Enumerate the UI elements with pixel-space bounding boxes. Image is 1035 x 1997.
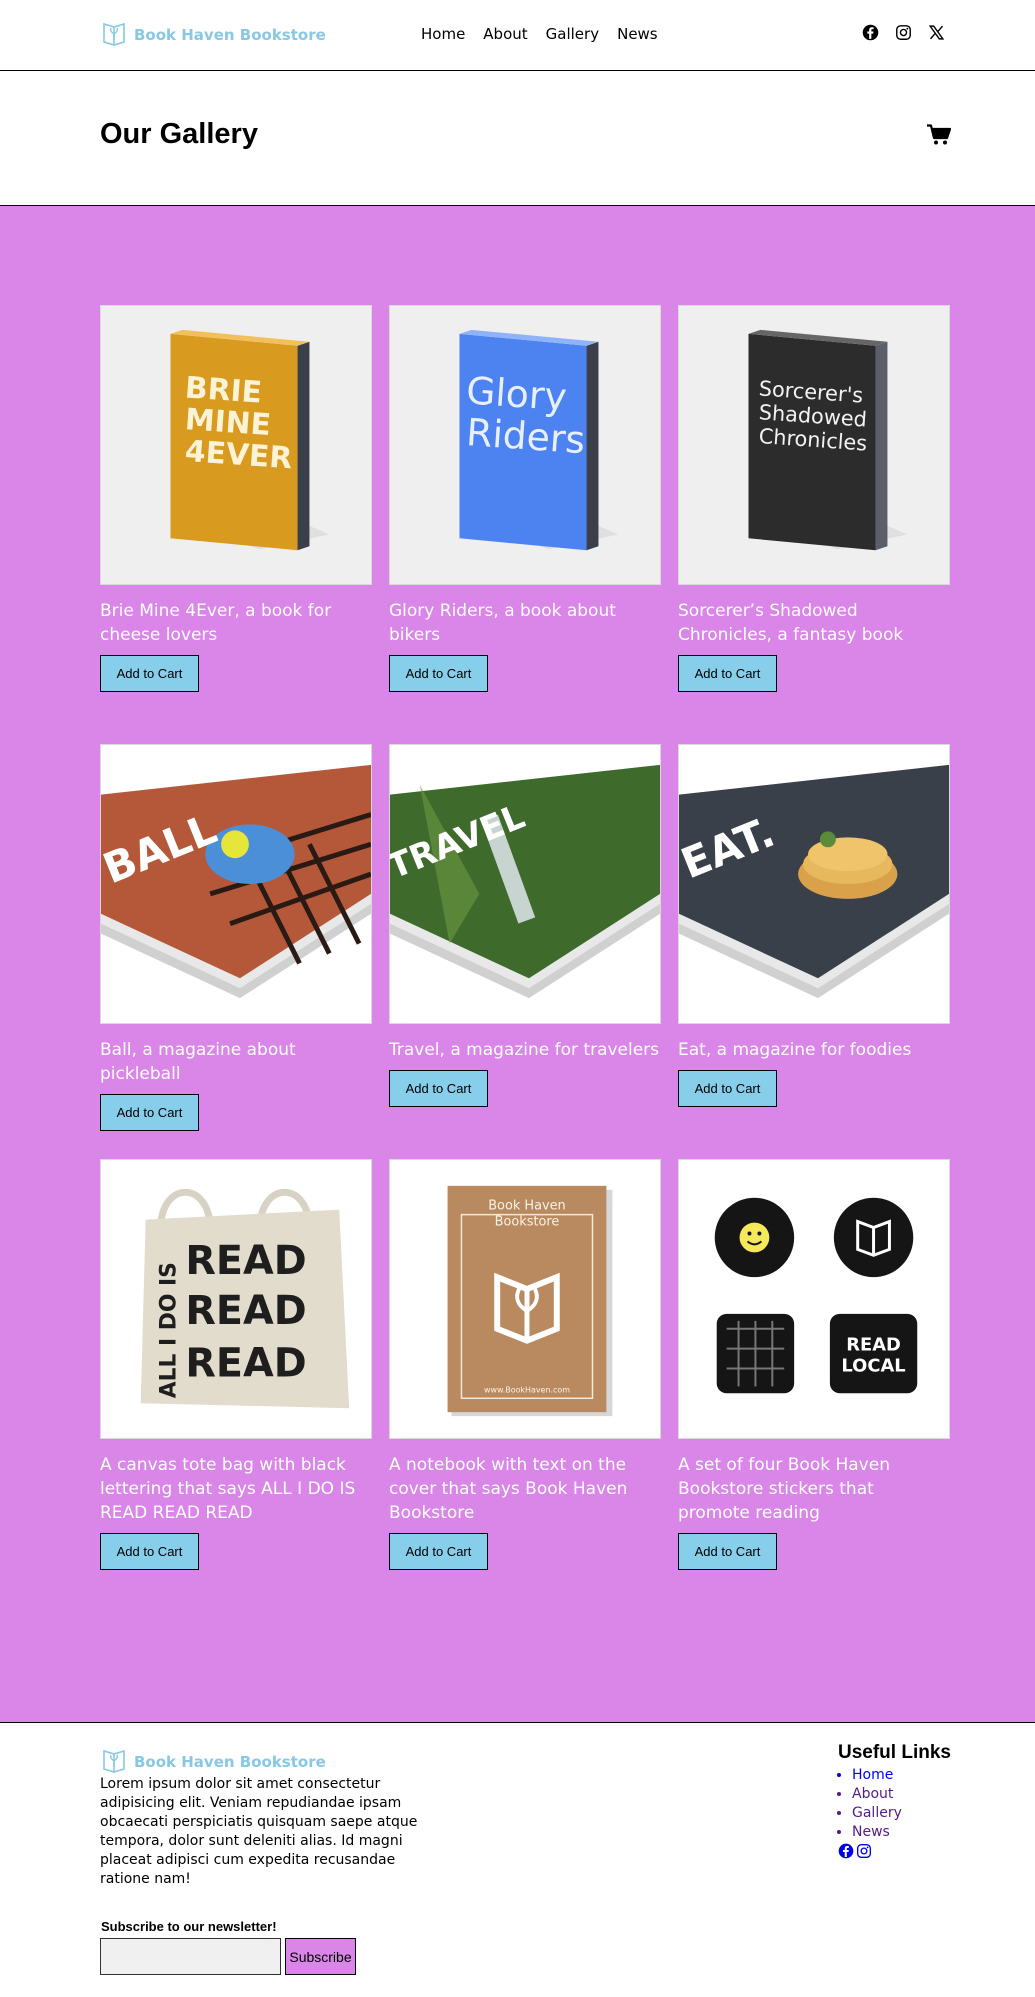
open-book-logo-icon xyxy=(103,22,125,46)
newsletter-label: Subscribe to our newsletter! xyxy=(101,1919,277,1934)
footer-link-home[interactable]: Home xyxy=(852,1767,893,1783)
product-caption: Travel, a magazine for travelers xyxy=(389,1040,660,1060)
facebook-icon[interactable] xyxy=(862,24,879,41)
useful-links-list: Home About Gallery News xyxy=(838,1766,951,1842)
footer-link-item: News xyxy=(852,1823,951,1842)
product-gallery: BRIE MINE 4EVER Brie Mine 4Ever, a book … xyxy=(0,206,1035,1723)
nav-news[interactable]: News xyxy=(617,25,658,43)
nav-gallery[interactable]: Gallery xyxy=(546,25,599,43)
site-header: Book Haven Bookstore Home About Gallery … xyxy=(0,0,1035,71)
add-to-cart-button[interactable]: Add to Cart xyxy=(100,1533,199,1570)
add-to-cart-button[interactable]: Add to Cart xyxy=(389,1533,488,1570)
product-image[interactable]: EAT. xyxy=(678,744,950,1024)
gallery-card: Glory Riders Glory Riders, a book about … xyxy=(389,305,661,692)
tote-text: ALL I DO IS xyxy=(156,1262,181,1398)
product-caption: Brie Mine 4Ever, a book for cheese lover… xyxy=(100,601,332,645)
product-caption: Sorcerer’s Shadowed Chronicles, a fantas… xyxy=(678,601,904,645)
footer-link-item: About xyxy=(852,1785,951,1804)
footer-link-about[interactable]: About xyxy=(852,1786,893,1802)
sticker-text: READ xyxy=(846,1335,901,1356)
brand-name: Book Haven Bookstore xyxy=(134,26,326,44)
product-image[interactable]: READ READ READ ALL I DO IS xyxy=(100,1159,372,1439)
product-image[interactable]: BRIE MINE 4EVER xyxy=(100,305,372,585)
tote-text: READ xyxy=(185,1238,306,1284)
x-icon[interactable] xyxy=(928,24,945,41)
product-caption: A notebook with text on the cover that s… xyxy=(389,1455,628,1523)
footer-social-links xyxy=(838,1843,951,1859)
notebook-cover-text: Book Haven xyxy=(488,1199,566,1214)
social-links xyxy=(862,24,945,41)
page-title-band: Our Gallery xyxy=(0,71,1035,206)
product-caption: A set of four Book Haven Bookstore stick… xyxy=(678,1455,890,1523)
tote-text: READ xyxy=(185,1288,306,1334)
add-to-cart-button[interactable]: Add to Cart xyxy=(678,1070,777,1107)
book-cover-text: Riders xyxy=(465,410,587,462)
add-to-cart-button[interactable]: Add to Cart xyxy=(100,655,199,692)
footer-about-text: Lorem ipsum dolor sit amet consectetur a… xyxy=(100,1776,418,1887)
gallery-card: Sorcerer's Shadowed Chronicles Sorcerer’… xyxy=(678,305,950,692)
main-nav: Home About Gallery News xyxy=(421,25,658,43)
add-to-cart-button[interactable]: Add to Cart xyxy=(678,655,777,692)
gallery-card: EAT. Eat, a magazine for foodies Add to … xyxy=(678,744,950,1107)
add-to-cart-button[interactable]: Add to Cart xyxy=(678,1533,777,1570)
book-cover-text: 4EVER xyxy=(184,434,294,476)
nav-home[interactable]: Home xyxy=(421,25,465,43)
add-to-cart-button[interactable]: Add to Cart xyxy=(389,655,488,692)
brand-logo[interactable]: Book Haven Bookstore xyxy=(100,21,326,49)
product-image[interactable]: Book Haven Bookstore www.BookHaven.com xyxy=(389,1159,661,1439)
product-image[interactable]: Sorcerer's Shadowed Chronicles xyxy=(678,305,950,585)
add-to-cart-button[interactable]: Add to Cart xyxy=(389,1070,488,1107)
gallery-card: TRAVEL Travel, a magazine for travelers … xyxy=(389,744,661,1107)
footer-link-gallery[interactable]: Gallery xyxy=(852,1805,902,1821)
footer-link-item: Home xyxy=(852,1766,951,1785)
product-image[interactable]: BALL xyxy=(100,744,372,1024)
gallery-card: READ READ READ ALL I DO IS A canvas tote… xyxy=(100,1159,372,1570)
gallery-card: BALL Ball, a magazine about pickleball A… xyxy=(100,744,372,1131)
instagram-icon[interactable] xyxy=(895,24,912,41)
footer-link-item: Gallery xyxy=(852,1804,951,1823)
notebook-cover-text: www.BookHaven.com xyxy=(484,1385,570,1394)
product-caption: Glory Riders, a book about bikers xyxy=(389,601,616,645)
gallery-card: BRIE MINE 4EVER Brie Mine 4Ever, a book … xyxy=(100,305,372,692)
gallery-card: READ LOCAL A set of four Book Haven Book… xyxy=(678,1159,950,1570)
add-to-cart-button[interactable]: Add to Cart xyxy=(100,1094,199,1131)
shopping-cart-icon[interactable] xyxy=(927,124,951,146)
newsletter-email-input[interactable] xyxy=(100,1938,281,1975)
subscribe-button[interactable]: Subscribe xyxy=(285,1938,356,1975)
product-caption: Eat, a magazine for foodies xyxy=(678,1040,912,1060)
footer-brand-name: Book Haven Bookstore xyxy=(134,1753,326,1771)
useful-links-title: Useful Links xyxy=(838,1742,951,1763)
product-caption: Ball, a magazine about pickleball xyxy=(100,1040,296,1084)
gallery-card: Book Haven Bookstore www.BookHaven.com A… xyxy=(389,1159,661,1570)
site-footer: Book Haven Bookstore Lorem ipsum dolor s… xyxy=(0,1723,1035,1997)
product-image[interactable]: READ LOCAL xyxy=(678,1159,950,1439)
notebook-cover-text: Bookstore xyxy=(495,1215,560,1230)
footer-link-news[interactable]: News xyxy=(852,1824,890,1840)
sticker-text: LOCAL xyxy=(841,1355,905,1376)
product-image[interactable]: TRAVEL xyxy=(389,744,661,1024)
facebook-icon[interactable] xyxy=(838,1843,854,1859)
page-title: Our Gallery xyxy=(100,118,258,150)
instagram-icon[interactable] xyxy=(856,1843,872,1859)
useful-links: Useful Links Home About Gallery News xyxy=(838,1742,951,1859)
open-book-logo-icon xyxy=(103,1749,125,1773)
product-image[interactable]: Glory Riders xyxy=(389,305,661,585)
product-caption: A canvas tote bag with black lettering t… xyxy=(100,1455,356,1523)
footer-brand-logo[interactable]: Book Haven Bookstore xyxy=(100,1748,326,1776)
tote-text: READ xyxy=(185,1340,306,1386)
nav-about[interactable]: About xyxy=(483,25,527,43)
